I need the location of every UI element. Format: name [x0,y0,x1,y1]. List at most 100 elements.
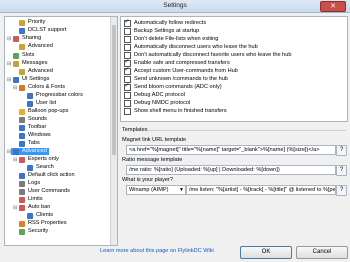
ratio-template-label: Ratio message template [122,157,183,163]
tree-item-sharing-advanced[interactable]: Advanced [19,43,53,50]
collapse-icon[interactable]: ⊟ [13,205,17,211]
tree-item-advanced[interactable]: Advanced [11,148,49,155]
advanced-icon [13,148,19,155]
tree-item-auto-ban[interactable]: Auto ban [19,204,50,211]
window-title: Settings [163,2,187,9]
balloon-icon [19,108,25,115]
tree-item-windows[interactable]: Windows [19,132,51,139]
ratio-help-button[interactable]: ? [336,165,347,176]
tree-scrollbar[interactable] [110,17,117,245]
tree-item-user-commands[interactable]: User Commands [19,188,70,195]
tree-item-sharing[interactable]: Sharing [13,35,41,42]
wiki-link[interactable]: Learn more about this page on FlylinkDC … [100,248,214,254]
tree-item-search[interactable]: Search [27,164,54,171]
magnet-template-label: Magnet link URL template [122,137,187,143]
slots-icon [13,52,19,59]
rss-icon [19,220,25,227]
palette-icon [19,84,25,91]
option-checkbox[interactable] [124,82,131,91]
option-checkbox[interactable] [124,66,131,75]
tree-item-tabs[interactable]: Tabs [19,140,40,147]
tree-item-rss[interactable]: RSS Properties [19,220,67,227]
option-row[interactable]: Don't delete File-lists when exiting [124,35,218,43]
magnet-help-button[interactable]: ? [336,145,347,156]
option-checkbox[interactable] [124,99,131,107]
dclst-icon [19,27,25,34]
cancel-button[interactable]: Cancel [296,246,348,259]
messages-icon [13,60,19,67]
tree-item-messages-advanced[interactable]: Advanced [19,68,53,75]
tree-item-default-click[interactable]: Default click action [19,172,75,179]
ban-icon [19,204,25,211]
tree-item-clients[interactable]: Clients [27,212,53,219]
search-icon [27,164,33,171]
player-label: What is your player? [122,177,173,183]
option-row[interactable]: Don't automatically disconnect favorite … [124,51,291,59]
tree-item-dclst[interactable]: DCLST support [19,27,66,34]
tree-item-ui-settings[interactable]: UI Settings [13,76,49,83]
windows-icon [19,132,25,139]
player-selected-value: Winamp (AIMP) [129,187,169,193]
option-row[interactable]: Automatically disconnect users who leave… [124,43,258,51]
option-checkbox[interactable] [124,27,131,35]
option-row[interactable]: Automatically follow redirects [124,18,206,27]
tabs-icon [19,140,25,147]
collapse-icon[interactable]: ⊟ [7,61,11,67]
settings-tree[interactable]: Priority DCLST support ⊟ Sharing Advance… [4,16,118,246]
option-row[interactable]: Send bloom commands (ADC only) [124,82,222,91]
advanced-options-list[interactable]: Automatically follow redirects Backup Se… [120,16,348,122]
collapse-icon[interactable]: ⊟ [13,157,17,163]
option-checkbox[interactable] [124,35,131,43]
option-row[interactable]: Send unknown /commands to the hub [124,75,228,83]
tree-item-logs[interactable]: Logs [19,180,40,187]
player-help-button[interactable]: ? [336,185,347,196]
magnet-template-input[interactable]: <a href="%[magnet]" title="%[name]" targ… [126,145,336,155]
tree-item-experts-only[interactable]: Experts only [19,156,59,163]
ratio-template-input[interactable]: /me ratio: %[ratio] (Uploaded: %[up] | D… [126,165,336,175]
tree-item-toolbar[interactable]: Toolbar [19,124,46,131]
close-window-button[interactable]: ✕ [320,1,346,12]
title-bar: Settings ✕ [0,0,350,13]
templates-group-title: Templates [122,127,148,133]
option-row[interactable]: Debug ADC protocol [124,91,185,99]
tree-item-messages[interactable]: Messages [13,60,48,67]
collapse-icon[interactable]: ⊟ [7,36,11,42]
click-icon [19,172,25,179]
tree-item-progressbar-colors[interactable]: Progressbar colors [27,92,83,99]
commands-icon [19,188,25,195]
priority-icon [19,19,25,26]
collapse-icon[interactable]: ⊟ [13,85,17,91]
option-row[interactable]: Debug NMDC protocol [124,99,190,107]
player-template-input[interactable]: /me listen: "%[artist] - %[track] - %[ti… [186,185,336,195]
sharing-icon [13,35,19,42]
option-checkbox[interactable] [124,43,131,51]
tree-item-limits[interactable]: Limits [19,196,43,203]
option-row[interactable]: Show shell menu in finished transfers [124,107,227,115]
shield-icon [19,228,25,235]
option-row[interactable]: Enable safe and compressed transfers [124,58,230,67]
player-select[interactable]: Winamp (AIMP) ▼ [126,185,186,195]
tree-scroll-thumb[interactable] [112,25,116,155]
tree-item-security[interactable]: Security [19,228,48,235]
chevron-down-icon: ▼ [179,187,184,193]
limits-icon [19,196,25,203]
tree-item-user-list[interactable]: User list [27,100,56,107]
tree-item-sounds[interactable]: Sounds [19,116,47,123]
tree-item-balloon-popups[interactable]: Balloon pop-ups [19,108,68,115]
option-checkbox[interactable] [124,91,131,99]
option-checkbox[interactable] [124,18,131,27]
tree-item-slots[interactable]: Slots [13,52,34,59]
logs-icon [19,180,25,187]
tree-item-colors-fonts[interactable]: Colors & Fonts [19,84,65,91]
option-row[interactable]: Accept custom User-commands from Hub [124,66,238,75]
toolbar-icon [19,124,25,131]
ok-button[interactable]: OK [240,246,292,259]
option-row[interactable]: Backup Settings at startup [124,27,199,35]
advanced-icon [19,68,25,75]
ui-settings-icon [13,76,19,83]
progressbar-icon [27,92,33,99]
collapse-icon[interactable]: ⊟ [7,77,11,83]
option-checkbox[interactable] [124,107,131,115]
tree-item-priority[interactable]: Priority [19,19,45,26]
advanced-icon [19,43,25,50]
